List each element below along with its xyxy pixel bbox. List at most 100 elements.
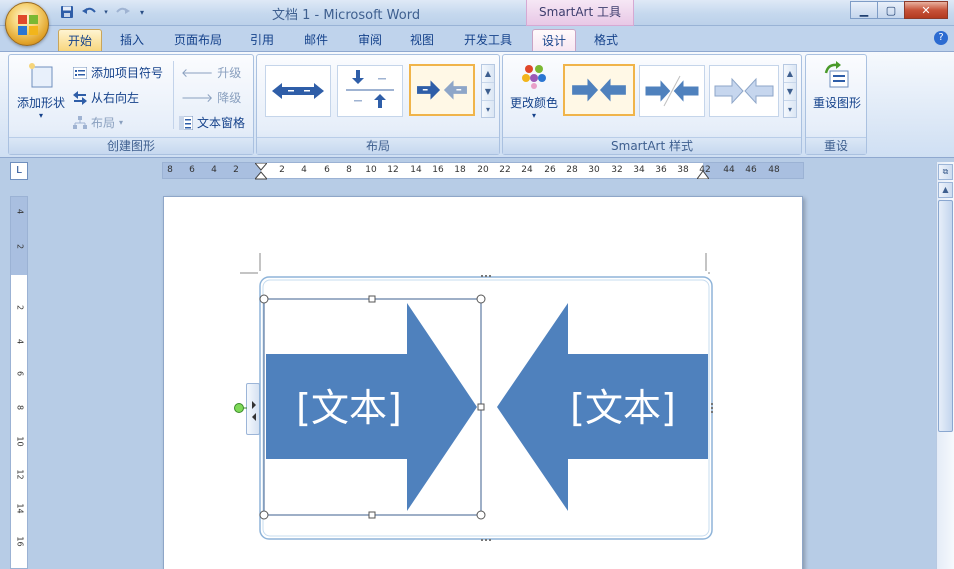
ruler-tick-label: 2 <box>233 165 239 175</box>
right-arrow-text[interactable]: [文本] <box>570 386 676 430</box>
ruler-tick-label: 4 <box>301 165 307 175</box>
promote-label: 升级 <box>217 66 242 80</box>
left-arrow-text[interactable]: [文本] <box>296 386 402 430</box>
style-option-3[interactable] <box>709 65 779 117</box>
ribbon: 添加形状 ▾ 添加项目符号 从右向左 布局 ▾ 🡐 升级 🡒 降级 文本窗格 创… <box>0 51 954 158</box>
style-gallery-scroll[interactable]: ▲ ▼ ▾ <box>783 64 797 118</box>
add-bullet-label: 添加项目符号 <box>91 66 164 80</box>
vertical-ruler[interactable]: 4 2 2 4 6 8 10 12 14 16 <box>10 196 28 569</box>
tab-page-layout[interactable]: 页面布局 <box>166 29 230 52</box>
tab-view[interactable]: 视图 <box>402 29 442 52</box>
layout-thumbnail-balance <box>346 70 394 108</box>
tab-format[interactable]: 格式 <box>586 29 626 52</box>
save-icon[interactable] <box>58 3 76 21</box>
style-gallery-up-icon[interactable]: ▲ <box>784 65 796 83</box>
ruler-tick-label: 44 <box>723 165 735 175</box>
swap-arrows-icon <box>73 90 87 105</box>
tab-mailings[interactable]: 邮件 <box>296 29 336 52</box>
style-thumbnail-flat <box>572 78 626 102</box>
tab-references[interactable]: 引用 <box>242 29 282 52</box>
group-label-smartart-styles: SmartArt 样式 <box>503 137 801 154</box>
layout-button[interactable]: 布局 ▾ <box>73 114 123 131</box>
style-gallery-more-icon[interactable]: ▾ <box>784 101 796 119</box>
vertical-scrollbar[interactable]: ⧉ ▲ <box>936 162 954 569</box>
layout-option-3-selected[interactable] <box>409 64 475 116</box>
demote-arrow-icon: 🡒 <box>181 91 214 105</box>
vertical-ruler-tick-label: 2 <box>15 243 25 250</box>
right-to-left-button[interactable]: 从右向左 <box>73 89 139 106</box>
tab-selector-button[interactable]: L <box>10 162 28 180</box>
gallery-up-icon[interactable]: ▲ <box>482 65 494 83</box>
style-option-1-selected[interactable] <box>563 64 635 116</box>
ruler-tick-label: 48 <box>768 165 780 175</box>
layout-option-1[interactable] <box>265 65 331 117</box>
gallery-down-icon[interactable]: ▼ <box>482 83 494 101</box>
split-view-icon[interactable]: ⧉ <box>938 164 953 180</box>
bullet-list-icon <box>73 66 87 79</box>
smartart-graphic[interactable]: [文本] [文本] <box>259 275 713 541</box>
text-pane-icon <box>179 115 193 130</box>
demote-label: 降级 <box>217 91 242 105</box>
vertical-ruler-tick-label: 10 <box>15 436 25 447</box>
add-bullet-button[interactable]: 添加项目符号 <box>73 64 163 81</box>
smartart-tools-title: SmartArt 工具 <box>526 0 634 26</box>
redo-icon[interactable] <box>114 3 132 21</box>
customize-icon[interactable]: ▾ <box>136 3 148 21</box>
layout-gallery-scroll[interactable]: ▲ ▼ ▾ <box>481 64 495 118</box>
style-gallery-down-icon[interactable]: ▼ <box>784 83 796 101</box>
gallery-more-icon[interactable]: ▾ <box>482 101 494 119</box>
text-pane-toggle[interactable] <box>246 383 260 435</box>
style-option-2[interactable] <box>639 65 705 117</box>
ruler-tick-label: 8 <box>346 165 352 175</box>
ruler-tick-label: 32 <box>611 165 623 175</box>
hierarchy-icon <box>73 115 87 129</box>
ruler-tick-label: 6 <box>324 165 330 175</box>
undo-dropdown-icon[interactable]: ▾ <box>102 3 110 21</box>
help-icon[interactable]: ? <box>934 31 948 45</box>
tab-developer[interactable]: 开发工具 <box>456 29 520 52</box>
vertical-ruler-tick-label: 16 <box>15 536 25 547</box>
scroll-up-icon[interactable]: ▲ <box>938 182 953 198</box>
office-button[interactable] <box>5 2 49 46</box>
tab-home[interactable]: 开始 <box>58 29 102 52</box>
horizontal-ruler[interactable]: 8 6 4 2 2 4 6 8 10 12 14 16 18 20 22 24 26 28 30 32 34 36 38 42… <box>162 162 804 180</box>
ruler-tick-label: 6 <box>189 165 195 175</box>
vertical-ruler-tick-label: 2 <box>15 304 25 311</box>
group-label-layouts: 布局 <box>257 137 499 154</box>
ruler-tick-label: 30 <box>588 165 600 175</box>
right-indent-marker-icon[interactable] <box>697 169 709 179</box>
ruler-tick-label: 14 <box>410 165 422 175</box>
change-colors-button[interactable]: 更改颜色 ▾ <box>507 61 561 131</box>
divider <box>173 61 174 129</box>
group-reset: 重设图形 重设 <box>805 54 867 155</box>
minimize-button[interactable]: ▁ <box>850 1 878 19</box>
tab-review[interactable]: 审阅 <box>350 29 390 52</box>
undo-icon[interactable] <box>80 3 98 21</box>
ruler-tick-label: 28 <box>566 165 578 175</box>
ruler-tick-label: 8 <box>167 165 173 175</box>
ruler-tick-label: 20 <box>477 165 489 175</box>
window-title: 文档 1 - Microsoft Word <box>272 8 421 23</box>
promote-button[interactable]: 🡐 升级 <box>181 64 241 81</box>
demote-button[interactable]: 🡒 降级 <box>181 89 241 106</box>
tab-design[interactable]: 设计 <box>532 29 576 52</box>
text-pane-button[interactable]: 文本窗格 <box>179 114 245 131</box>
add-shape-icon <box>29 63 53 88</box>
vertical-ruler-tick-label: 4 <box>15 338 25 345</box>
group-smartart-styles: 更改颜色 ▾ ▲ ▼ ▾ SmartArt 样式 <box>502 54 802 155</box>
indent-marker-icon[interactable] <box>255 163 267 180</box>
layout-option-2[interactable] <box>337 65 403 117</box>
ruler-tick-label: 22 <box>499 165 511 175</box>
close-button[interactable]: ✕ <box>904 1 948 19</box>
rotation-handle-icon[interactable] <box>233 402 247 416</box>
ruler-tick-label: 26 <box>544 165 556 175</box>
add-shape-button[interactable]: 添加形状 ▾ <box>13 61 69 127</box>
reset-graphic-button[interactable]: 重设图形 <box>808 61 866 121</box>
scroll-thumb[interactable] <box>938 200 953 432</box>
maximize-button[interactable]: ▢ <box>877 1 905 19</box>
document-page[interactable]: [文本] [文本] <box>163 196 803 569</box>
tab-insert[interactable]: 插入 <box>112 29 152 52</box>
vertical-ruler-tick-label: 4 <box>15 208 25 215</box>
ruler-tick-label: 12 <box>387 165 399 175</box>
add-shape-dropdown-icon: ▾ <box>38 111 43 120</box>
